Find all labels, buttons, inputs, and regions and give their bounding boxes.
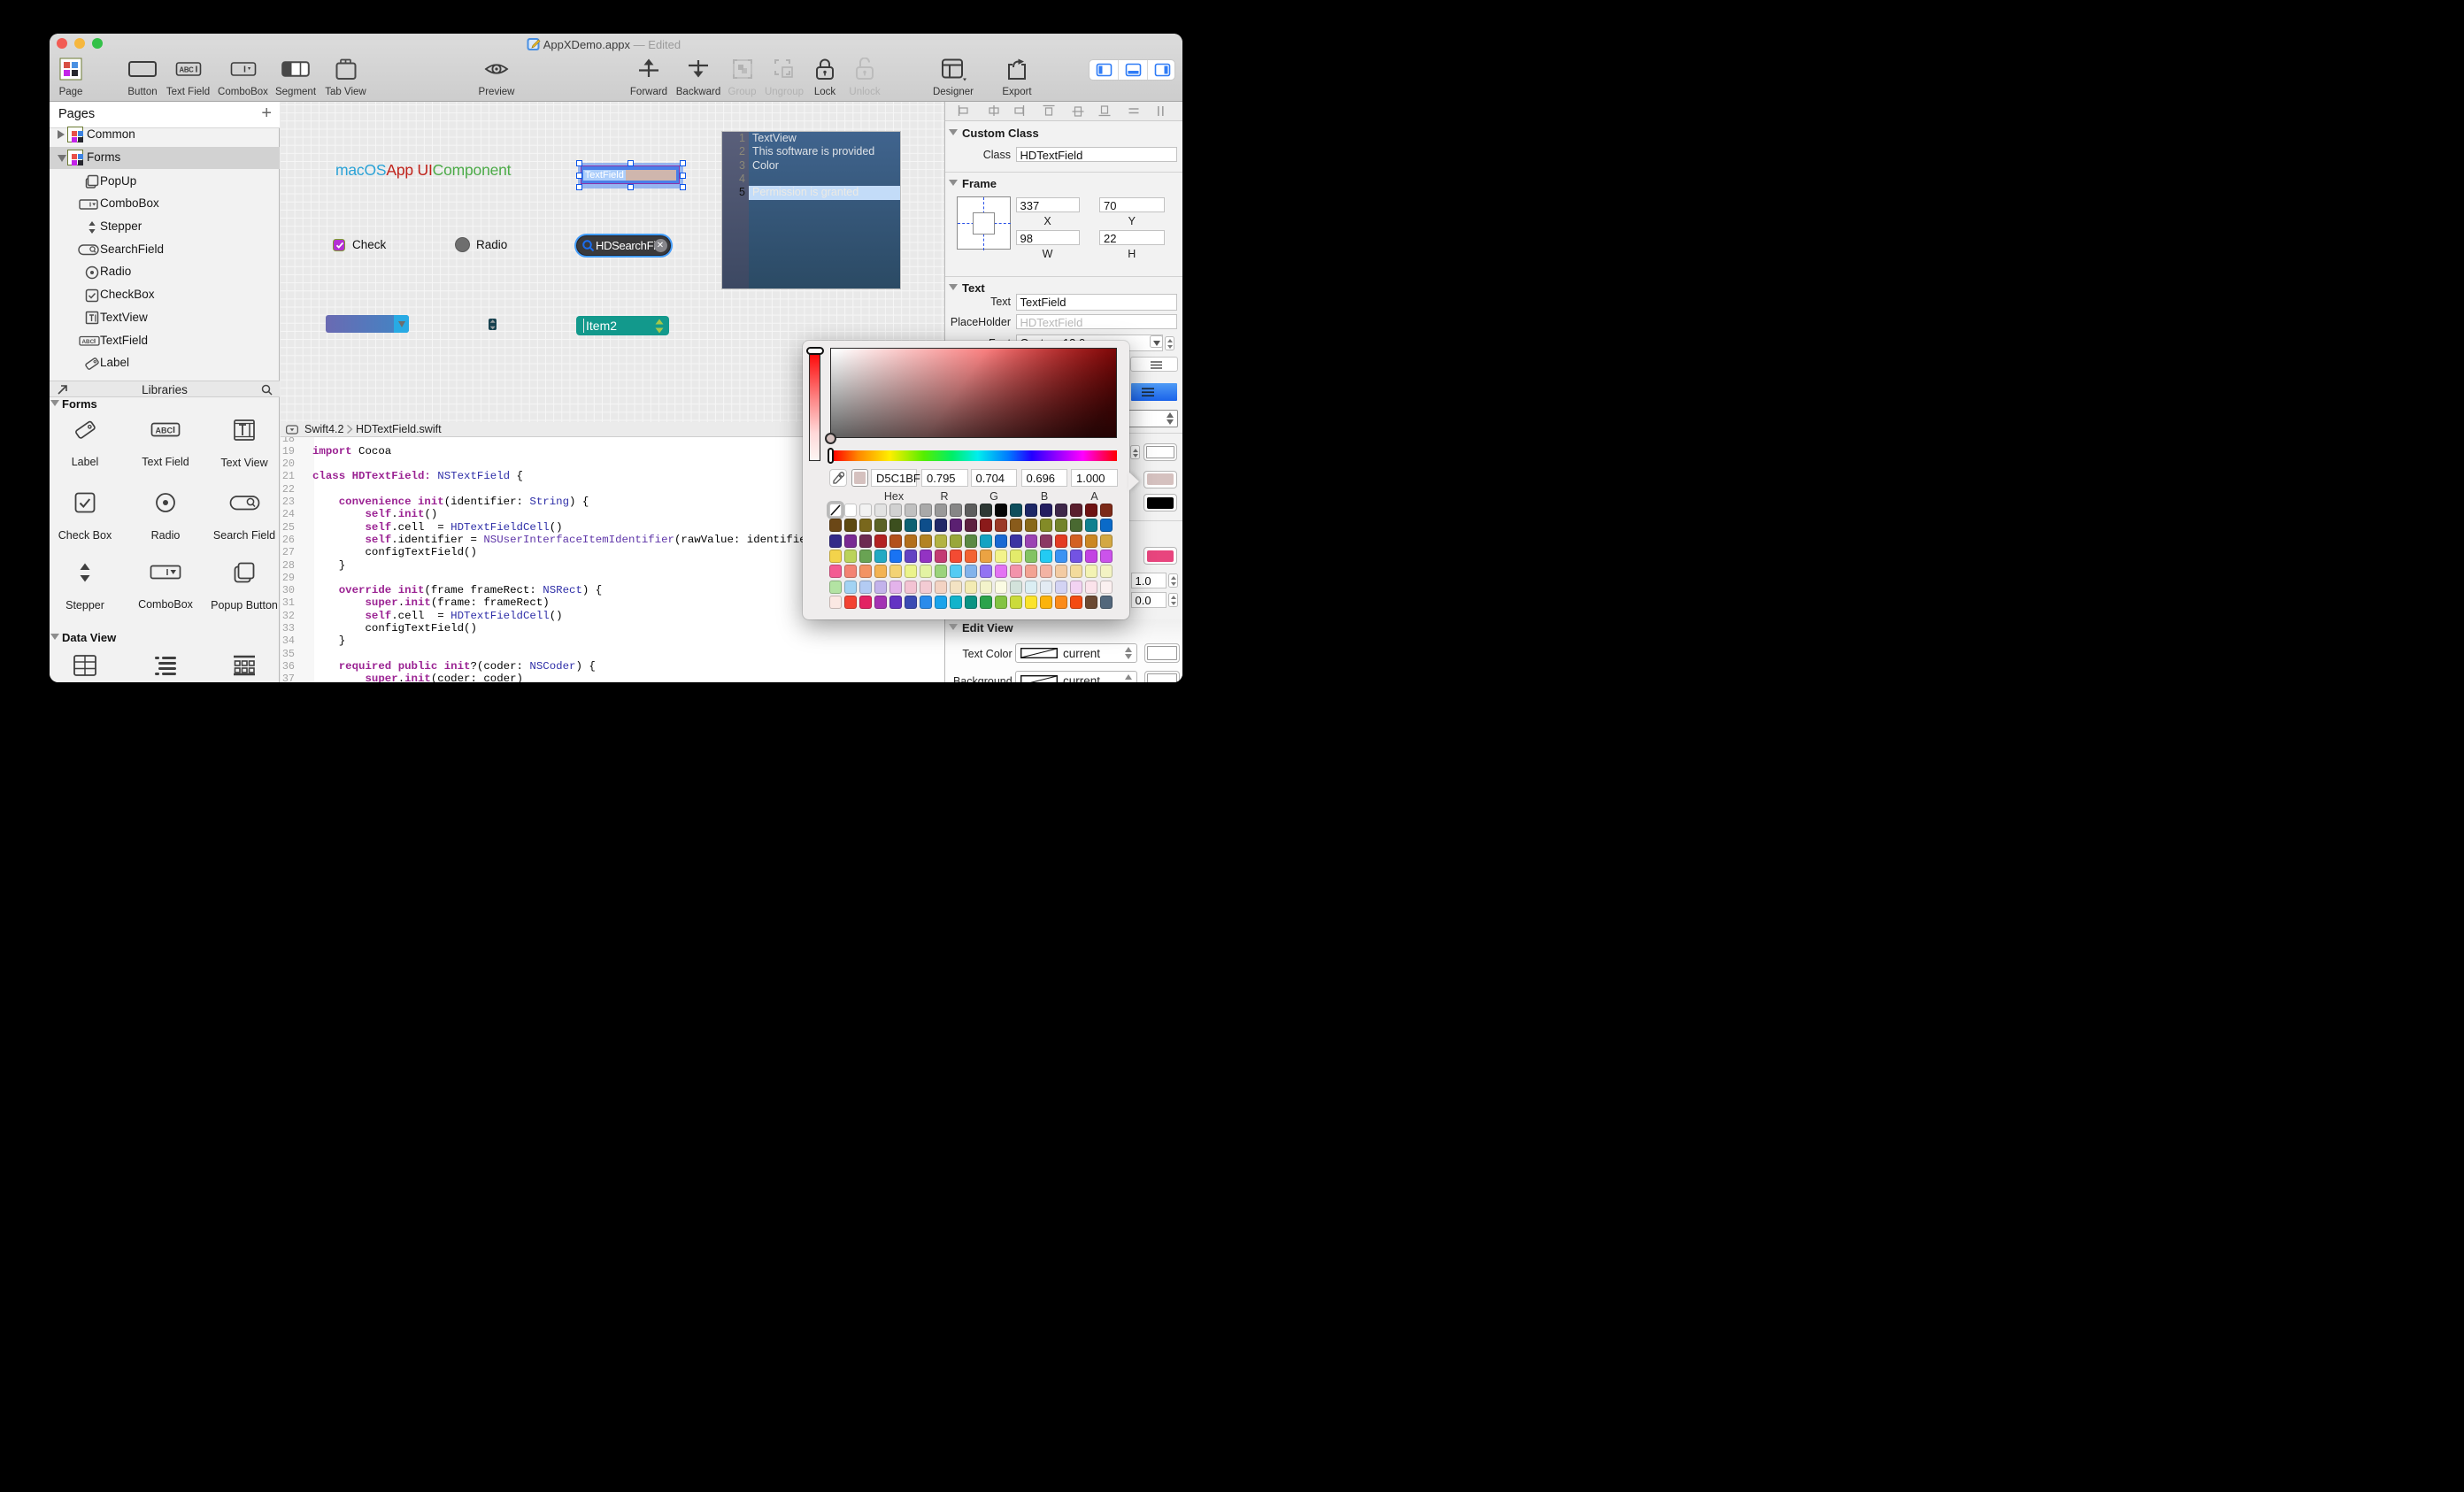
svg-text:ABC: ABC — [82, 339, 95, 345]
svg-text:ABC: ABC — [179, 66, 194, 74]
svg-text:ABC: ABC — [156, 427, 173, 435]
